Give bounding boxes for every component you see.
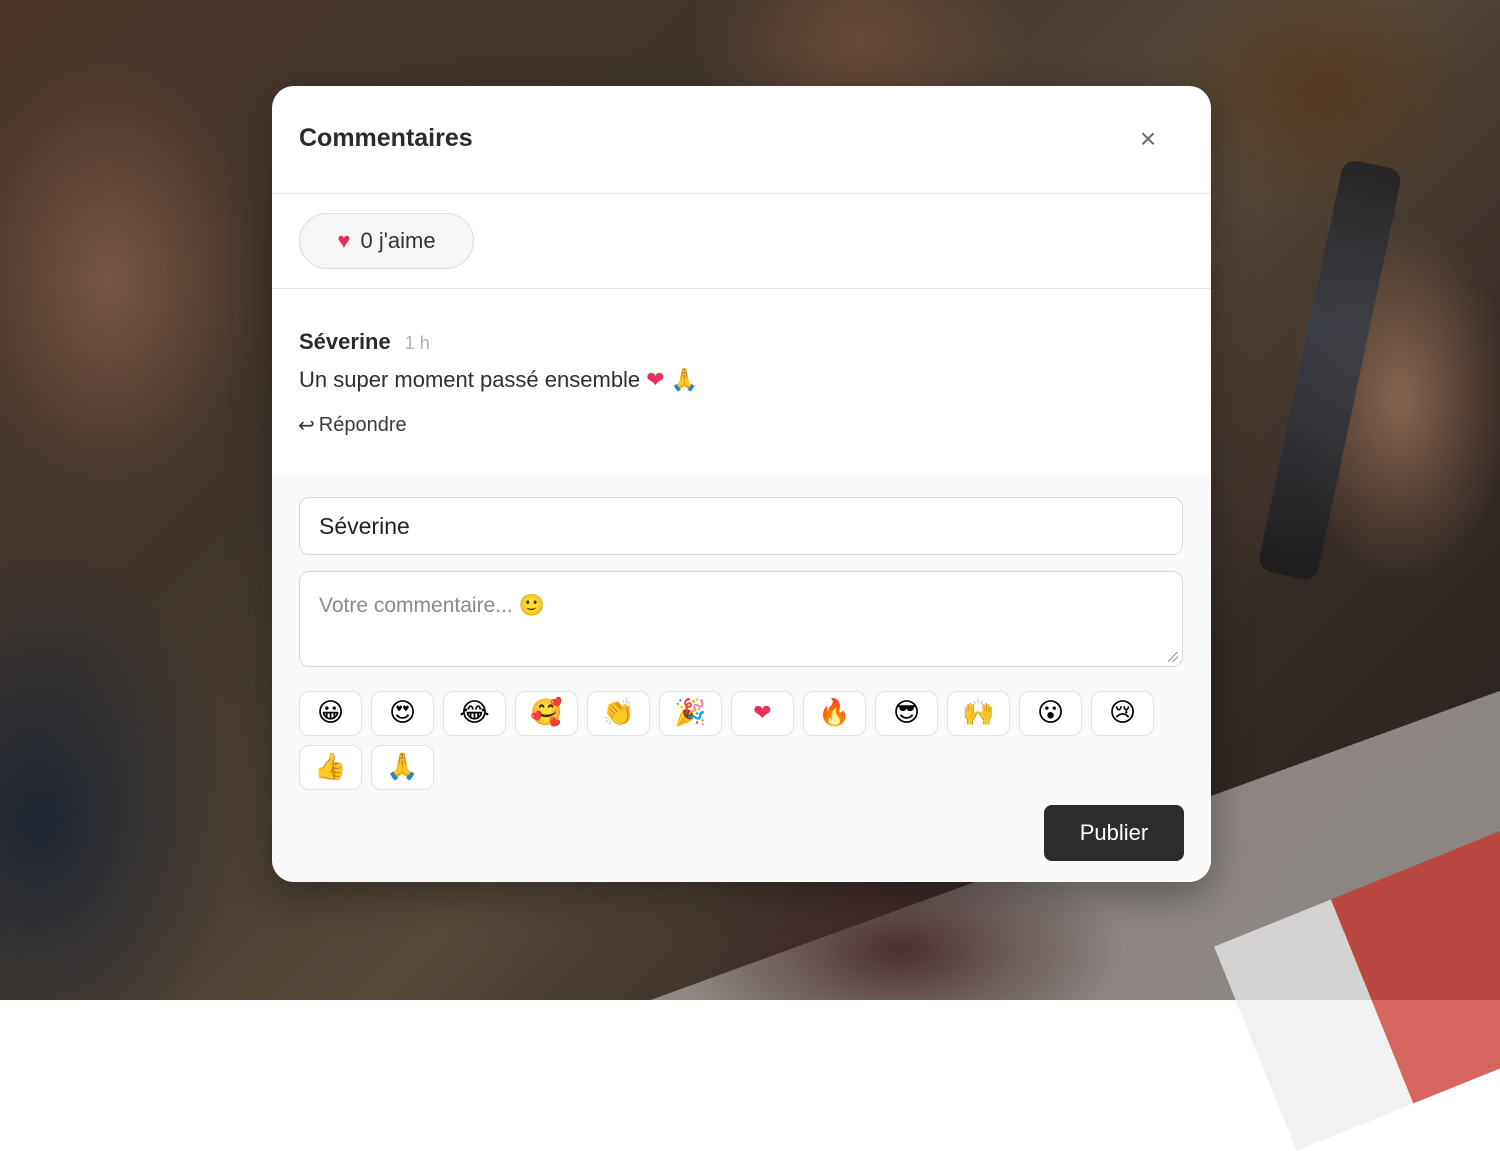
close-icon[interactable]: × [1131,122,1165,156]
comment-text: Un super moment passé ensemble [299,367,641,392]
comment-author: Séverine [299,329,391,354]
emoji-crying-button[interactable]: 😢 [1091,691,1154,736]
emoji-surprised-button[interactable]: 😮 [1019,691,1082,736]
modal-title: Commentaires [299,124,473,152]
publish-button[interactable]: Publier [1044,805,1184,861]
emoji-grinning-button[interactable]: 😀 [299,691,362,736]
reply-label: Répondre [318,414,407,436]
like-count-label: 0 j'aime [360,228,436,253]
comment-meta: Séverine 1 h [299,329,430,355]
emoji-joy-button[interactable]: 😂 [443,691,506,736]
emoji-fire-button[interactable]: 🔥 [803,691,866,736]
emoji-clap-button[interactable]: 👏 [587,691,650,736]
resize-handle-icon[interactable] [1168,652,1178,662]
comments-modal: Commentaires × ♥ 0 j'aime Séverine 1 h U… [272,86,1211,882]
likes-section: ♥ 0 j'aime [272,194,1211,289]
reply-arrow-icon: ↩ [298,415,315,437]
modal-header: Commentaires × [272,86,1211,194]
compose-section: Votre commentaire... 🙂 😀 😍 😂 🥰 👏 🎉 ❤ 🔥 😎… [272,475,1211,882]
heart-icon: ♥ [337,228,351,253]
name-input[interactable] [299,497,1183,555]
emoji-thumbs-up-button[interactable]: 👍 [299,745,362,790]
comments-list: Séverine 1 h Un super moment passé ensem… [272,289,1211,476]
comment-textarea[interactable]: Votre commentaire... 🙂 [299,571,1183,667]
comment-body: Un super moment passé ensemble ❤ 🙏 [299,367,698,393]
comment-timestamp: 1 h [404,333,430,353]
emoji-party-popper-button[interactable]: 🎉 [659,691,722,736]
emoji-sunglasses-button[interactable]: 😎 [875,691,938,736]
like-button[interactable]: ♥ 0 j'aime [299,213,474,269]
reply-button[interactable]: ↩ Répondre [298,413,407,438]
emoji-heart-eyes-button[interactable]: 😍 [371,691,434,736]
emoji-pray-button[interactable]: 🙏 [371,745,434,790]
emoji-picker: 😀 😍 😂 🥰 👏 🎉 ❤ 🔥 😎 🙌 😮 😢 👍 🙏 [299,691,1183,790]
emoji-heart-button[interactable]: ❤ [731,691,794,736]
emoji-raised-hands-button[interactable]: 🙌 [947,691,1010,736]
comment-emojis: ❤ 🙏 [646,367,699,392]
comment-placeholder: Votre commentaire... 🙂 [319,594,545,617]
emoji-smiling-hearts-button[interactable]: 🥰 [515,691,578,736]
